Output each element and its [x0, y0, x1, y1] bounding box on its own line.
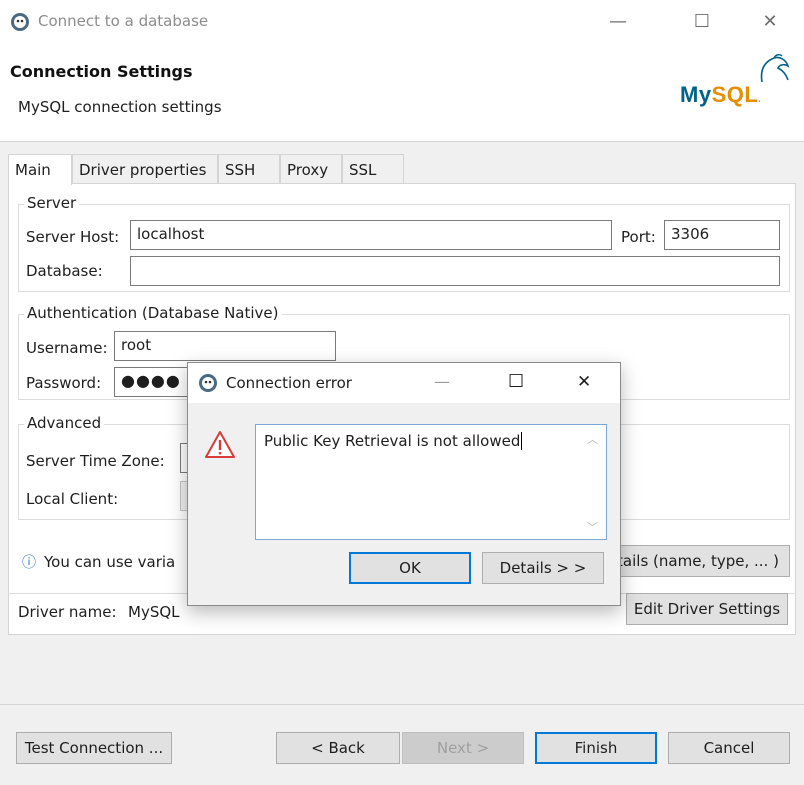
variables-details-button[interactable]: tails (name, type, ... )	[606, 545, 790, 577]
dialog-app-icon	[199, 374, 217, 392]
server-host-input[interactable]: localhost	[130, 220, 612, 250]
tab-main[interactable]: Main	[8, 154, 72, 185]
error-message-box[interactable]: Public Key Retrieval is not allowed ︿ ﹀	[255, 424, 607, 540]
test-connection-button[interactable]: Test Connection ...	[16, 732, 172, 764]
port-label: Port:	[621, 228, 656, 246]
server-legend: Server	[24, 194, 80, 212]
wizard-header: Connection Settings MySQL connection set…	[0, 44, 804, 142]
database-input[interactable]	[130, 256, 780, 286]
app-icon	[11, 13, 29, 31]
database-label: Database:	[26, 262, 103, 280]
password-label: Password:	[26, 374, 102, 392]
cancel-button[interactable]: Cancel	[668, 732, 790, 764]
dialog-maximize-button[interactable]: ☐	[508, 371, 524, 392]
auth-legend: Authentication (Database Native)	[24, 304, 282, 322]
tab-ssh[interactable]: SSH	[218, 154, 280, 184]
next-button[interactable]: Next >	[402, 732, 524, 764]
username-label: Username:	[26, 339, 108, 357]
server-timezone-label: Server Time Zone:	[26, 452, 165, 470]
page-title: Connection Settings	[10, 62, 193, 81]
dialog-titlebar: Connection error — ☐ ✕	[188, 363, 620, 403]
window-titlebar: Connect to a database — ☐ ✕	[0, 0, 804, 44]
close-button[interactable]: ✕	[748, 8, 792, 38]
mysql-logo: MySQL.	[680, 52, 798, 112]
driver-name-value: MySQL	[128, 603, 180, 621]
window-title: Connect to a database	[38, 12, 209, 30]
driver-name-label: Driver name:	[18, 603, 117, 621]
mysql-logo-text: MySQL.	[680, 82, 762, 107]
finish-button[interactable]: Finish	[535, 732, 657, 764]
server-host-label: Server Host:	[26, 228, 120, 246]
maximize-button[interactable]: ☐	[680, 8, 724, 38]
variables-info-text: You can use varia	[44, 553, 176, 571]
tab-proxy[interactable]: Proxy	[280, 154, 342, 184]
text-cursor	[521, 432, 528, 450]
connection-error-dialog: Connection error — ☐ ✕ Public Key Retrie…	[187, 362, 621, 606]
back-button[interactable]: < Back	[276, 732, 400, 764]
tab-ssl[interactable]: SSL	[342, 154, 404, 184]
dialog-close-button[interactable]: ✕	[577, 372, 591, 392]
scroll-up-icon[interactable]: ︿	[587, 431, 598, 447]
scroll-down-icon[interactable]: ﹀	[587, 519, 598, 535]
advanced-legend: Advanced	[24, 414, 105, 432]
error-message-text: Public Key Retrieval is not allowed	[264, 432, 521, 450]
warning-icon	[205, 431, 235, 458]
port-input[interactable]: 3306	[664, 220, 780, 250]
footer-divider	[0, 704, 804, 705]
edit-driver-settings-button[interactable]: Edit Driver Settings	[626, 593, 788, 625]
page-subtitle: MySQL connection settings	[18, 98, 222, 116]
dialog-title: Connection error	[226, 374, 352, 392]
details-button[interactable]: Details > >	[482, 552, 604, 584]
info-icon: ⓘ	[22, 555, 36, 571]
dialog-minimize-button[interactable]: —	[434, 372, 450, 391]
ok-button[interactable]: OK	[349, 552, 471, 584]
local-client-label: Local Client:	[26, 490, 119, 508]
username-input[interactable]: root	[114, 331, 336, 361]
minimize-button[interactable]: —	[596, 8, 640, 38]
tab-driver-properties[interactable]: Driver properties	[72, 154, 218, 184]
